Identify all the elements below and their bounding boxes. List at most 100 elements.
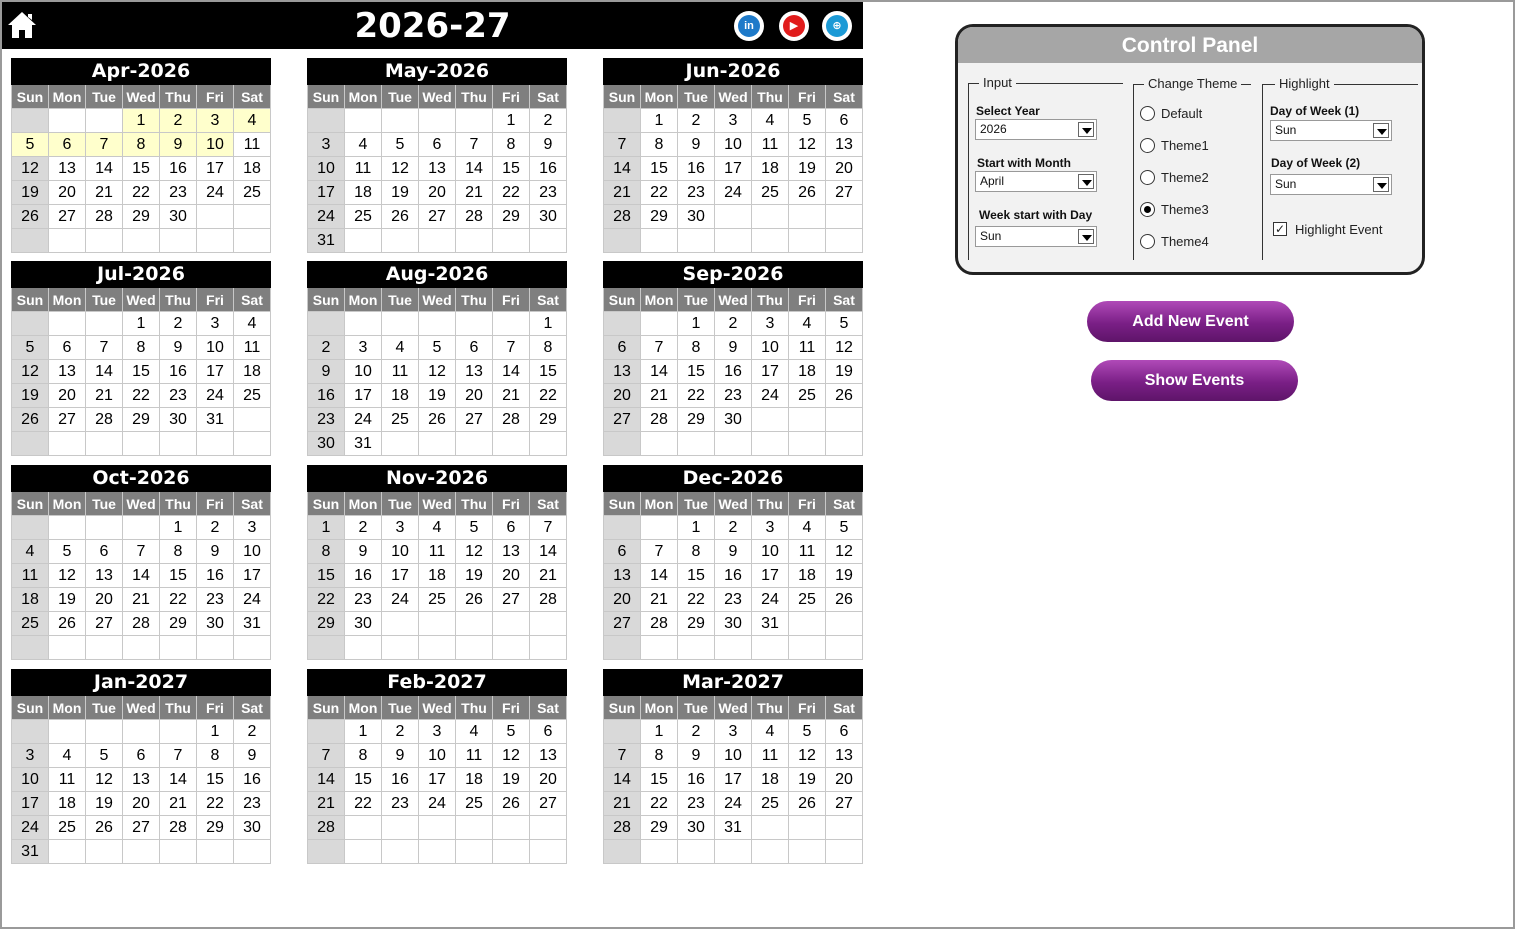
day-cell — [86, 109, 123, 133]
linkedin-button[interactable]: in — [734, 11, 764, 41]
day-cell: 22 — [123, 384, 160, 408]
weekday-header: Thu — [456, 288, 493, 312]
day-cell — [308, 840, 345, 864]
day-cell — [86, 720, 123, 744]
day-cell — [752, 205, 789, 229]
day-cell — [308, 720, 345, 744]
highlight-event-label: Highlight Event — [1295, 222, 1383, 237]
day-cell: 8 — [678, 540, 715, 564]
day-cell: 24 — [308, 205, 345, 229]
month-day-grid: Sun Mon Tue Wed Thu Fri Sat 1 2 3 4 5 6 7 8 9 10 11 12 13 14… — [307, 696, 567, 864]
day-cell — [826, 205, 863, 229]
day-cell: 31 — [12, 840, 49, 864]
day-cell — [123, 229, 160, 253]
day-cell: 30 — [308, 432, 345, 456]
day-cell — [12, 720, 49, 744]
day-cell: 18 — [752, 768, 789, 792]
day-cell: 9 — [715, 336, 752, 360]
day-cell: 13 — [419, 157, 456, 181]
day-cell — [12, 229, 49, 253]
week-start-dropdown[interactable]: Sun — [975, 226, 1097, 247]
day-cell — [234, 840, 271, 864]
day-cell: 7 — [86, 336, 123, 360]
day-cell: 9 — [678, 744, 715, 768]
radio-icon — [1140, 170, 1155, 185]
start-month-label: Start with Month — [977, 156, 1071, 170]
day-cell — [456, 612, 493, 636]
day-cell: 10 — [197, 336, 234, 360]
day-cell — [419, 312, 456, 336]
youtube-button[interactable]: ▶ — [779, 11, 809, 41]
day-cell — [604, 636, 641, 660]
day-cell: 4 — [456, 720, 493, 744]
day-cell: 22 — [197, 792, 234, 816]
day-cell — [197, 432, 234, 456]
day-cell — [789, 612, 826, 636]
day-cell: 3 — [308, 133, 345, 157]
day-cell: 16 — [345, 564, 382, 588]
day-cell: 26 — [789, 181, 826, 205]
day-cell: 25 — [789, 384, 826, 408]
day-cell: 29 — [197, 816, 234, 840]
day-cell: 7 — [641, 336, 678, 360]
day-cell: 14 — [604, 768, 641, 792]
chevron-down-icon — [1373, 177, 1389, 192]
day-cell: 11 — [789, 540, 826, 564]
day-of-week-1-dropdown[interactable]: Sun — [1270, 120, 1392, 141]
show-events-button[interactable]: Show Events — [1091, 360, 1298, 401]
day-cell: 1 — [530, 312, 567, 336]
day-cell: 10 — [752, 540, 789, 564]
day-cell: 26 — [12, 408, 49, 432]
day-cell: 26 — [456, 588, 493, 612]
add-new-event-button[interactable]: Add New Event — [1087, 301, 1294, 342]
day-cell: 10 — [197, 133, 234, 157]
day-of-week-2-dropdown[interactable]: Sun — [1270, 174, 1392, 195]
weekday-header: Tue — [678, 85, 715, 109]
day-cell — [197, 229, 234, 253]
day-cell: 3 — [345, 336, 382, 360]
day-cell: 15 — [308, 564, 345, 588]
day-cell: 10 — [715, 744, 752, 768]
weekday-header: Thu — [160, 696, 197, 720]
day-cell: 11 — [234, 336, 271, 360]
day-cell: 12 — [419, 360, 456, 384]
day-cell: 28 — [604, 816, 641, 840]
weekday-header: Thu — [752, 288, 789, 312]
select-year-dropdown[interactable]: 2026 — [975, 119, 1097, 140]
day-cell: 24 — [752, 384, 789, 408]
weekday-header: Sat — [234, 85, 271, 109]
day-cell: 5 — [86, 744, 123, 768]
day-cell: 3 — [715, 720, 752, 744]
day-cell: 28 — [123, 612, 160, 636]
day-cell — [197, 840, 234, 864]
linkedin-icon: in — [738, 15, 760, 37]
day-cell: 14 — [86, 360, 123, 384]
day-cell: 25 — [456, 792, 493, 816]
month-calendar: Feb-2027 Sun Mon Tue Wed Thu Fri Sat 1 2 3 4 5 6 7 8 9 10… — [307, 669, 567, 864]
weekday-header: Thu — [456, 492, 493, 516]
day-cell — [382, 612, 419, 636]
day-cell: 16 — [160, 157, 197, 181]
day-cell — [715, 840, 752, 864]
day-cell: 8 — [197, 744, 234, 768]
day-cell — [86, 312, 123, 336]
day-cell: 9 — [197, 540, 234, 564]
control-panel: Control Panel Input Select Year 2026 Sta… — [955, 24, 1425, 275]
day-cell: 26 — [12, 205, 49, 229]
day-cell — [456, 109, 493, 133]
day-of-week-1-label: Day of Week (1) — [1270, 104, 1360, 118]
globe-button[interactable]: ⊕ — [822, 11, 852, 41]
day-cell: 27 — [49, 205, 86, 229]
day-cell: 16 — [308, 384, 345, 408]
day-cell: 30 — [678, 816, 715, 840]
weekday-header: Sat — [234, 492, 271, 516]
radio-icon — [1140, 138, 1155, 153]
day-cell — [641, 636, 678, 660]
day-cell: 12 — [826, 540, 863, 564]
day-cell: 11 — [789, 336, 826, 360]
start-month-dropdown[interactable]: April — [975, 171, 1097, 192]
day-cell: 28 — [86, 408, 123, 432]
day-cell: 29 — [123, 205, 160, 229]
theme-option-label: Theme4 — [1161, 234, 1209, 249]
day-cell: 7 — [493, 336, 530, 360]
